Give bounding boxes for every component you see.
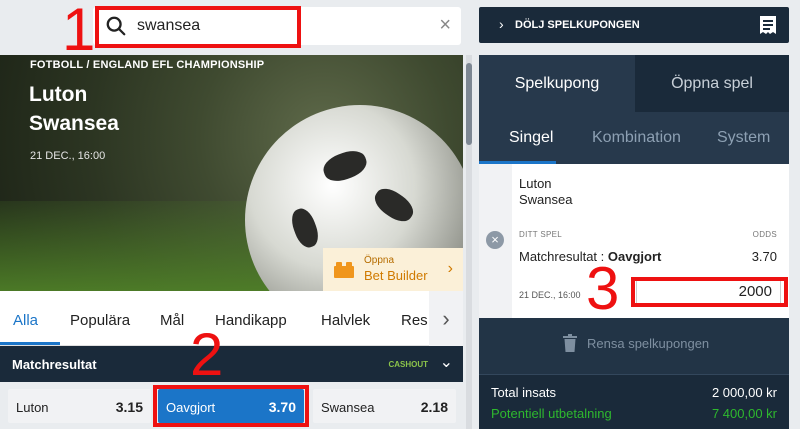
tabs-next-button[interactable]: ›: [429, 291, 463, 346]
chevron-right-icon: ›: [447, 260, 453, 277]
your-bet-label: DITT SPEL: [519, 230, 563, 239]
tab-system[interactable]: System: [717, 129, 770, 147]
clear-betslip-label: Rensa spelkupongen: [587, 336, 710, 351]
active-tab-indicator: [0, 342, 60, 345]
annotation-box-stake: [631, 277, 788, 307]
annotation-number-2: 2: [190, 321, 224, 388]
bet-odds: 3.70: [751, 249, 777, 264]
tab-handikapp[interactable]: Handikapp: [215, 312, 287, 329]
bet-builder-label: Bet Builder: [364, 268, 428, 283]
total-stake-label: Total insats: [491, 385, 557, 400]
chevron-right-icon: ›: [442, 306, 450, 331]
annotation-number-3: 3: [586, 255, 620, 322]
odds-button-away[interactable]: Swansea 2.18: [313, 389, 456, 423]
betslip-totals: Total insats 2 000,00 kr Potentiell utbe…: [479, 374, 789, 429]
page-scrollbar[interactable]: [466, 55, 472, 429]
tab-spelkupong[interactable]: Spelkupong: [479, 55, 635, 112]
scrollbar-thumb[interactable]: [466, 63, 472, 145]
market-header[interactable]: Matchresultat CASHOUT ⌄: [0, 346, 463, 382]
potential-payout-label: Potentiell utbetalning: [491, 406, 612, 421]
hide-betslip-label: DÖLJ SPELKUPONGEN: [515, 19, 640, 31]
cashout-badge: CASHOUT: [388, 360, 428, 369]
event-hero: FOTBOLL / ENGLAND EFL CHAMPIONSHIP Luton…: [0, 55, 463, 291]
odds-label: ODDS: [752, 230, 777, 239]
chevron-right-icon: ›: [499, 16, 504, 32]
away-team: Swansea: [29, 112, 119, 135]
bet-card-gutter: ×: [479, 164, 512, 318]
market-title: Matchresultat: [12, 357, 97, 372]
total-stake-value: 2 000,00 kr: [711, 385, 777, 400]
tab-resultat[interactable]: Res: [401, 312, 428, 329]
tab-mal[interactable]: Mål: [160, 312, 184, 329]
remove-bet-icon[interactable]: ×: [486, 231, 504, 249]
annotation-box-odds: [153, 385, 309, 427]
home-team: Luton: [29, 83, 88, 106]
hide-betslip-button[interactable]: › DÖLJ SPELKUPONGEN: [479, 7, 789, 43]
tab-halvlek[interactable]: Halvlek: [321, 312, 370, 329]
receipt-icon: [760, 16, 776, 34]
betslip-panel: Spelkupong Öppna spel Singel Kombination…: [479, 55, 789, 429]
bet-type-tabs: Singel Kombination System: [479, 112, 789, 164]
app-window: swansea × FOTBOLL / ENGLAND EFL CHAMPION…: [0, 0, 800, 429]
bet-builder-button[interactable]: Öppna Bet Builder ›: [323, 248, 463, 291]
tab-populara[interactable]: Populära: [70, 312, 130, 329]
annotation-number-1: 1: [62, 0, 96, 63]
potential-payout-value: 7 400,00 kr: [711, 406, 777, 421]
annotation-box-search: [95, 6, 301, 48]
clear-search-icon[interactable]: ×: [439, 15, 451, 35]
tab-kombination[interactable]: Kombination: [592, 129, 681, 147]
event-date: 21 DEC., 16:00: [30, 150, 106, 162]
odds-button-home[interactable]: Luton 3.15: [8, 389, 151, 423]
bet-home-team: Luton: [519, 176, 552, 191]
trash-icon: [563, 334, 577, 352]
chevron-down-icon[interactable]: ⌄: [440, 352, 453, 372]
tab-singel[interactable]: Singel: [509, 129, 553, 147]
bet-builder-open-label: Öppna: [364, 255, 395, 266]
tab-alla[interactable]: Alla: [13, 312, 38, 329]
lego-brick-icon: [334, 262, 354, 278]
bet-date: 21 DEC., 16:00: [519, 290, 581, 300]
tab-oppna-spel[interactable]: Öppna spel: [635, 55, 789, 112]
outcome-odds: 2.18: [420, 399, 448, 415]
clear-betslip-button[interactable]: Rensa spelkupongen: [479, 318, 789, 374]
bet-away-team: Swansea: [519, 192, 573, 207]
outcome-label: Luton: [16, 400, 49, 415]
outcome-label: Swansea: [321, 400, 375, 415]
outcome-odds: 3.15: [115, 399, 143, 415]
market-tabs: Alla Populära Mål Handikapp Halvlek Res …: [0, 291, 463, 346]
